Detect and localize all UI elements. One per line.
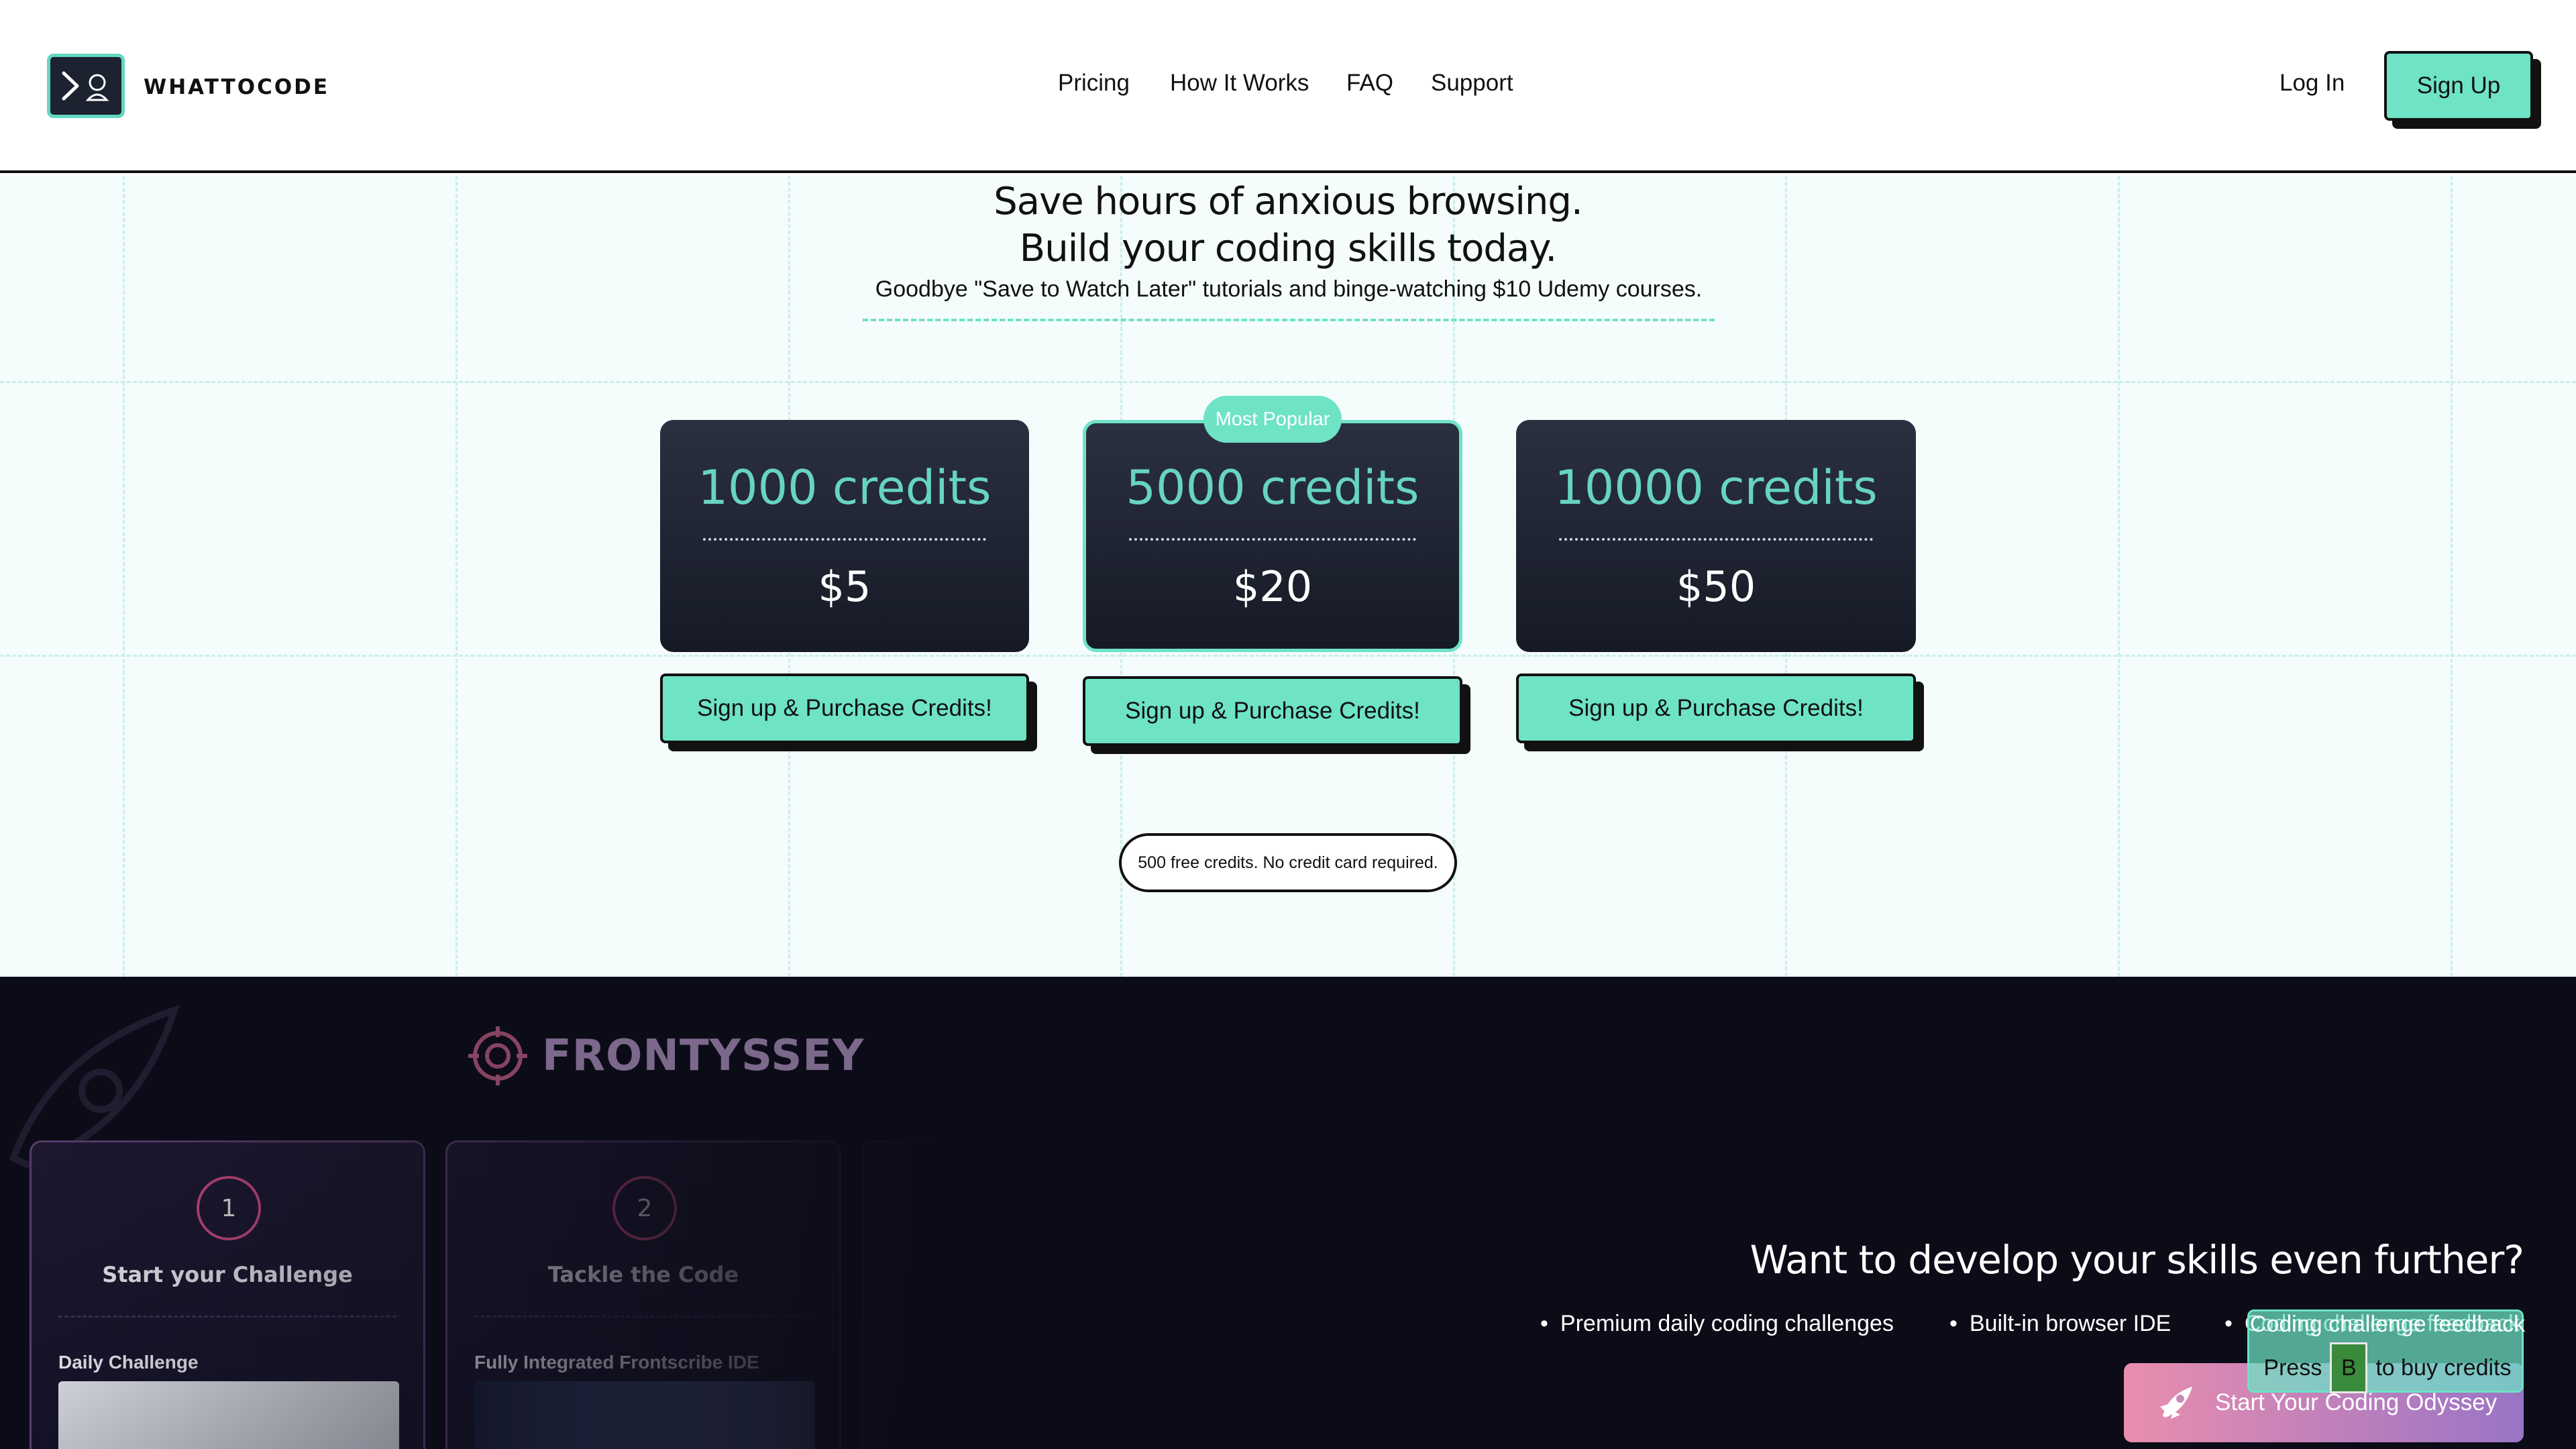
- step-card-3: 3 Cash in the Goodies Hooray!: [861, 1140, 1257, 1449]
- brand-name[interactable]: WHATTOCODE: [144, 75, 329, 99]
- purchase-button-10000[interactable]: Sign up & Purchase Credits!: [1516, 674, 1916, 743]
- plan-price: $20: [1232, 562, 1313, 611]
- frontyssey-logo: FRONTYSSEY: [466, 1024, 864, 1088]
- divider: [703, 538, 986, 541]
- nav-pricing[interactable]: Pricing: [1058, 70, 1130, 97]
- divider: [1129, 538, 1416, 541]
- divider: [1559, 538, 1873, 541]
- divider: [474, 1316, 812, 1318]
- key-b: B: [2330, 1342, 2368, 1393]
- divider: [58, 1316, 396, 1318]
- step-title: Cash in the Goodies: [938, 1262, 1180, 1287]
- hero-title-line2: Build your coding skills today.: [1019, 227, 1557, 270]
- plan-price: $50: [1676, 562, 1756, 611]
- start-odyssey-label: Start Your Coding Odyssey: [2215, 1389, 2498, 1415]
- logo-icon[interactable]: [47, 54, 125, 118]
- nav-faq[interactable]: FAQ: [1346, 70, 1393, 97]
- free-credits-note: 500 free credits. No credit card require…: [1119, 833, 1457, 892]
- step-card-2: 2 Tackle the Code Fully Integrated Front…: [445, 1140, 841, 1449]
- most-popular-badge: Most Popular: [1203, 396, 1342, 443]
- plan-price: $5: [818, 562, 871, 611]
- plan-credits: 5000 credits: [1126, 460, 1419, 515]
- ide-preview-image: [474, 1381, 815, 1449]
- frontyssey-wordmark: FRONTYSSEY: [542, 1031, 865, 1081]
- section-title: Want to develop your skills even further…: [1750, 1237, 2524, 1283]
- purchase-button-5000[interactable]: Sign up & Purchase Credits!: [1083, 676, 1462, 746]
- compass-icon: [468, 1026, 527, 1085]
- plan-credits: 10000 credits: [1554, 460, 1878, 515]
- signup-button[interactable]: Sign Up: [2384, 51, 2533, 121]
- tooltip-press: Press: [2263, 1354, 2322, 1381]
- step-label: Fully Integrated Frontscribe IDE: [474, 1352, 759, 1373]
- tooltip-rest: to buy credits: [2375, 1354, 2512, 1381]
- step-number: 1: [197, 1176, 261, 1240]
- challenge-preview-image: [58, 1381, 399, 1449]
- step-hooray: Hooray!: [1011, 1344, 1108, 1369]
- keyboard-shortcut-tooltip: Coding challenge feedback Press B to buy…: [2247, 1309, 2526, 1393]
- step-title: Start your Challenge: [102, 1262, 353, 1287]
- rocket-icon: [2160, 1387, 2192, 1419]
- tooltip-feature-overlap: Coding challenge feedback: [2249, 1311, 2526, 1337]
- plan-card-5000: 5000 credits $20: [1083, 420, 1462, 652]
- step-title: Tackle the Code: [547, 1262, 739, 1287]
- odyssey-section: FRONTYSSEY 1 Start your Challenge Daily …: [0, 977, 2576, 1449]
- nav-how-it-works[interactable]: How It Works: [1170, 70, 1309, 97]
- grid-line: [123, 176, 125, 977]
- purchase-button-1000[interactable]: Sign up & Purchase Credits!: [660, 674, 1029, 743]
- tooltip-shortcut-line: Press B to buy credits: [2249, 1342, 2526, 1393]
- plan-credits: 1000 credits: [698, 460, 991, 515]
- grid-line: [0, 381, 2576, 383]
- grid-line: [2451, 176, 2453, 977]
- step-label: Daily Challenge: [58, 1352, 199, 1373]
- feature-bullet: Built-in browser IDE: [1949, 1311, 2171, 1337]
- step-number: 3: [1028, 1176, 1093, 1240]
- grid-line: [455, 176, 458, 977]
- pricing-section: Save hours of anxious browsing. Build yo…: [0, 176, 2576, 977]
- site-header: WHATTOCODE Pricing How It Works FAQ Supp…: [0, 0, 2576, 173]
- plan-card-1000: 1000 credits $5: [660, 420, 1029, 652]
- hero-subtitle: Goodbye "Save to Watch Later" tutorials …: [863, 276, 1715, 321]
- grid-line: [0, 655, 2576, 657]
- hero-title-line1: Save hours of anxious browsing.: [994, 180, 1583, 223]
- nav-support[interactable]: Support: [1431, 70, 1513, 97]
- plan-card-10000: 10000 credits $50: [1516, 420, 1916, 652]
- login-link[interactable]: Log In: [2279, 70, 2345, 97]
- grid-line: [2118, 176, 2120, 977]
- feature-bullet: Premium daily coding challenges: [1540, 1311, 1894, 1337]
- step-number: 2: [612, 1176, 677, 1240]
- step-card-1: 1 Start your Challenge Daily Challenge: [30, 1140, 425, 1449]
